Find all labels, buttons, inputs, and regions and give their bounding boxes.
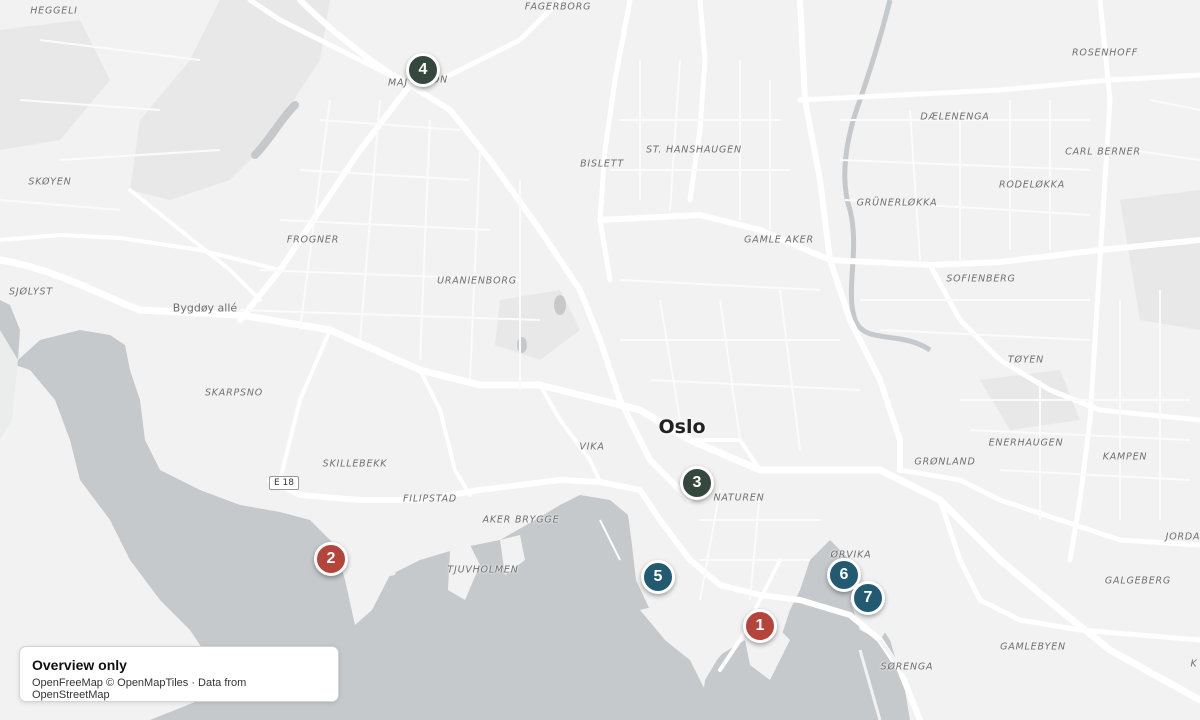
- attribution-text[interactable]: OpenFreeMap © OpenMapTiles · Data from O…: [32, 677, 326, 701]
- map-canvas[interactable]: HEGGELI FAGERBORG ROSENHOFF MAJ ON DÆLENENGA S…: [0, 0, 1200, 720]
- district-label: GRØNLAND: [914, 456, 976, 468]
- map-marker-2[interactable]: 2: [314, 542, 348, 576]
- district-label: GAMLEBYEN: [1000, 641, 1066, 653]
- district-label: BISLETT: [580, 158, 624, 170]
- district-label: SKØYEN: [28, 176, 72, 188]
- district-label: HEGGELI: [30, 5, 78, 17]
- map-marker-7[interactable]: 7: [851, 581, 885, 615]
- district-label: FILIPSTAD: [402, 493, 458, 505]
- city-label: Oslo: [658, 416, 706, 438]
- map-marker-1[interactable]: 1: [743, 609, 777, 643]
- district-label: GAMLE AKER: [744, 234, 814, 246]
- district-label: SKILLEBEKK: [322, 458, 388, 470]
- district-label: K: [1190, 658, 1198, 670]
- street-label: Bygdøy allé: [172, 301, 238, 315]
- district-label: TØYEN: [1007, 354, 1045, 366]
- road-shield: E 18: [269, 476, 299, 490]
- district-label: RODELØKKA: [998, 179, 1066, 191]
- district-label: CARL BERNER: [1065, 146, 1141, 158]
- district-label: AKER BRYGGE: [482, 514, 560, 526]
- legend-box: Overview only OpenFreeMap © OpenMapTiles…: [19, 646, 339, 702]
- district-label: ENERHAUGEN: [988, 437, 1064, 449]
- district-label: FROGNER: [286, 234, 340, 246]
- district-label: JORDA: [1165, 531, 1200, 543]
- district-label: SOFIENBERG: [946, 273, 1016, 285]
- district-label: DÆLENENGA: [920, 111, 990, 123]
- district-label: TJUVHOLMEN: [447, 564, 519, 576]
- district-label: ST. HANSHAUGEN: [646, 144, 742, 156]
- map-marker-5[interactable]: 5: [641, 560, 675, 594]
- district-label: GRÜNERLØKKA: [856, 197, 938, 209]
- district-label: SJØLYST: [9, 286, 53, 298]
- district-label: SØRENGA: [880, 661, 934, 673]
- district-label: VIKA: [579, 441, 605, 453]
- map-marker-4[interactable]: 4: [406, 53, 440, 87]
- district-label: FAGERBORG: [524, 1, 592, 13]
- map-marker-3[interactable]: 3: [680, 466, 714, 500]
- district-label: ROSENHOFF: [1072, 47, 1138, 59]
- district-label: KAMPEN: [1102, 451, 1148, 463]
- district-label: URANIENBORG: [437, 275, 517, 287]
- district-label: SKARPSNO: [204, 387, 264, 399]
- legend-title: Overview only: [32, 657, 127, 673]
- district-label: GALGEBERG: [1104, 575, 1172, 587]
- district-label: MAJ: [388, 77, 408, 89]
- district-label: NATUREN: [713, 492, 765, 504]
